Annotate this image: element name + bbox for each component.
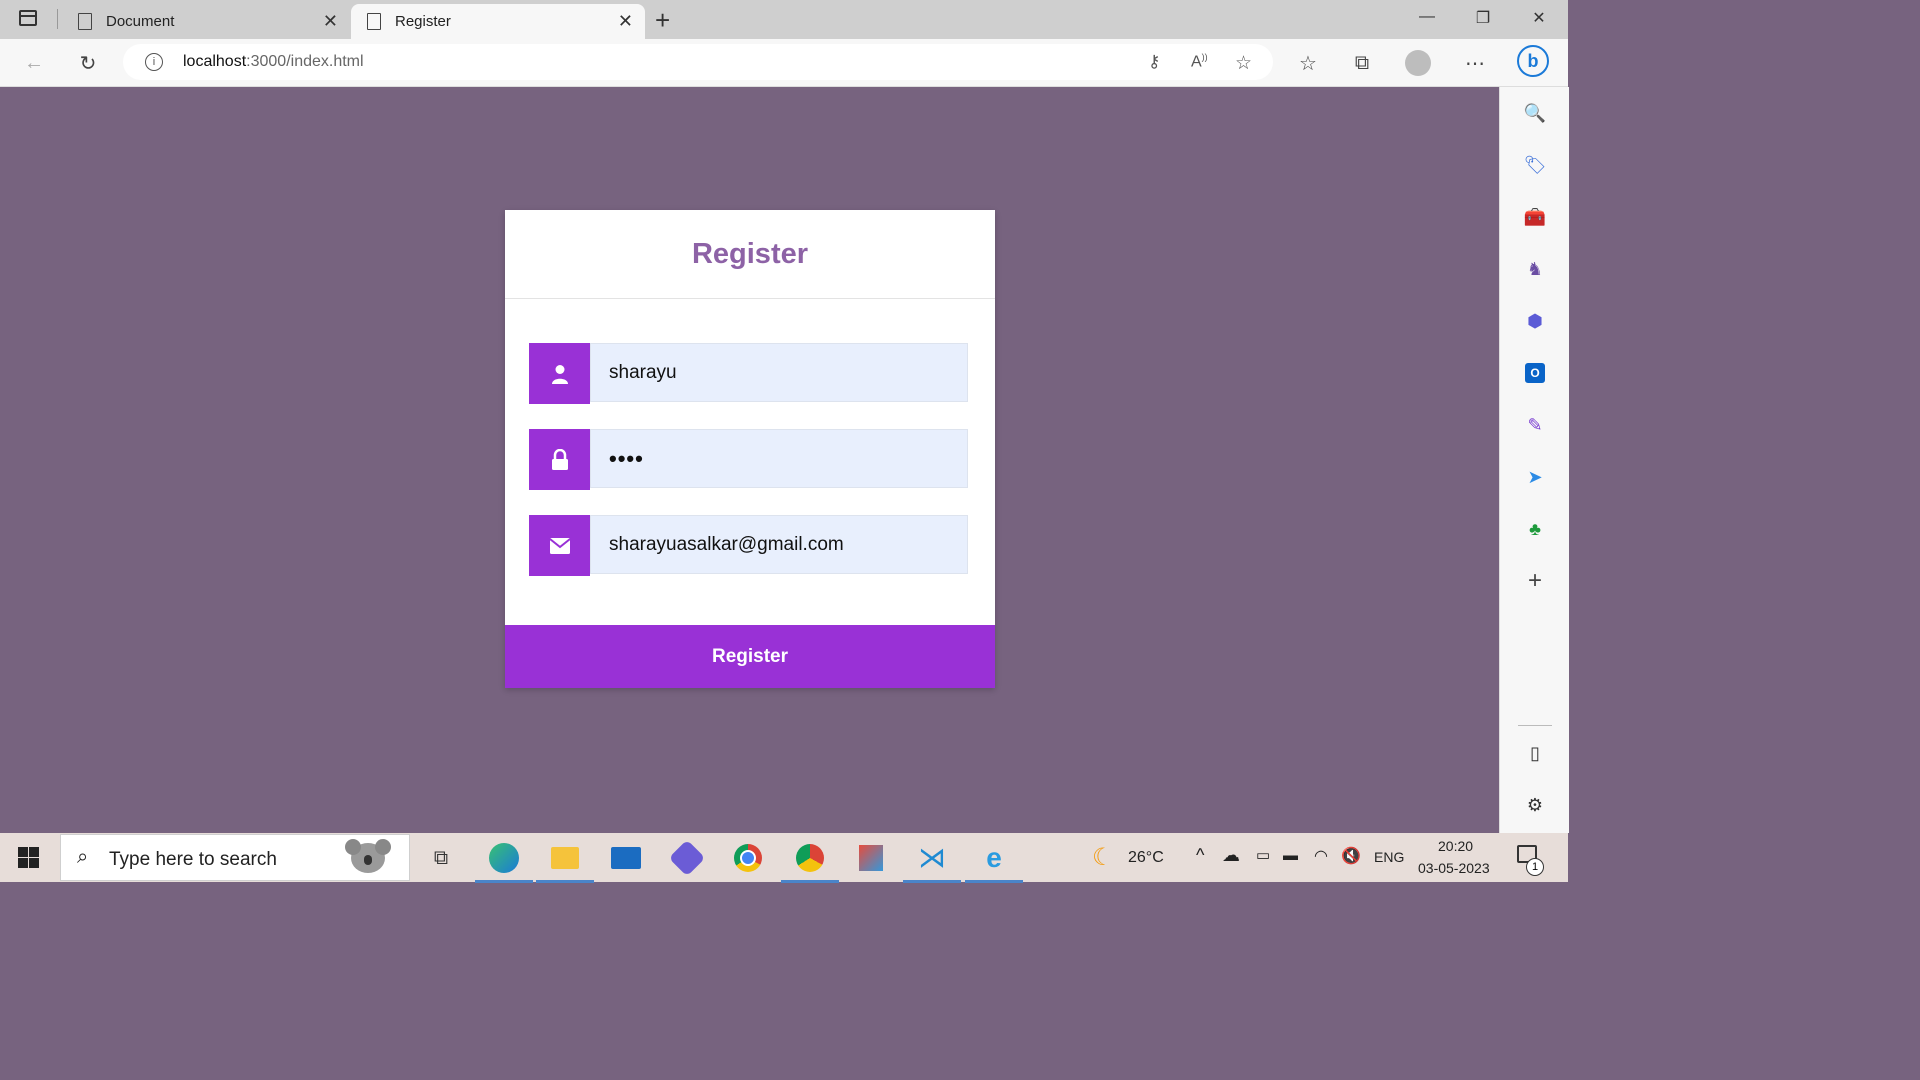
internet-explorer-icon[interactable]: e [965, 839, 1023, 883]
tab-document[interactable]: Document ✕ [62, 4, 350, 39]
shopping-tag-icon[interactable]: 🏷 [1522, 152, 1548, 178]
hide-sidebar-icon[interactable]: ▯ [1522, 740, 1548, 766]
search-placeholder: Type here to search [109, 849, 277, 870]
browser-titlebar: Document ✕ Register ✕ + — ❐ ✕ [0, 0, 1568, 39]
divider [57, 9, 58, 29]
tab-label: Document [106, 13, 175, 30]
key-icon[interactable]: ⚷ [1148, 52, 1160, 72]
username-field: sharayu [529, 343, 970, 404]
designer-icon[interactable]: ✎ [1522, 412, 1548, 438]
edge-app-icon[interactable] [475, 839, 533, 883]
page-icon [367, 13, 381, 30]
edge-sidebar: 🔍 🏷 🧰 ♞ ⬢ O ✎ ➤ ♣ + ▯ ⚙ [1499, 87, 1569, 833]
password-field: •••• [529, 429, 970, 490]
restore-icon[interactable]: ❐ [1463, 8, 1503, 28]
read-aloud-icon[interactable]: A)) [1191, 52, 1208, 71]
search-icon: ⌕ [77, 846, 89, 868]
email-field: sharayuasalkar@gmail.com [529, 515, 970, 576]
language-indicator[interactable]: ENG [1374, 849, 1404, 865]
cube-app-icon[interactable] [849, 839, 893, 877]
page-icon [78, 13, 92, 30]
add-icon[interactable]: + [1522, 567, 1548, 594]
register-button[interactable]: Register [505, 625, 995, 688]
weather-temperature[interactable]: 26°C [1128, 849, 1164, 867]
meet-now-icon[interactable]: ▭ [1256, 846, 1270, 864]
close-tab-icon[interactable]: ✕ [618, 11, 633, 32]
lock-icon [529, 429, 590, 490]
battery-icon[interactable]: ▬ [1283, 847, 1298, 864]
task-view-icon[interactable]: ⧉ [419, 839, 463, 877]
vscode-app-icon[interactable]: ⋊ [903, 839, 961, 883]
onedrive-icon[interactable]: ☁ [1222, 845, 1240, 866]
windows-start-icon[interactable] [18, 847, 39, 868]
windows-taskbar: ⌕ Type here to search ⧉ ⋊ e ☾ 26°C ^ ☁ ▭… [0, 833, 1568, 883]
clock-time[interactable]: 20:20 [1438, 838, 1473, 854]
close-window-icon[interactable]: ✕ [1519, 8, 1559, 28]
koala-illustration-icon [331, 837, 401, 881]
tab-register[interactable]: Register ✕ [351, 4, 645, 39]
wifi-icon[interactable]: ◠ [1314, 846, 1328, 866]
form-title: Register [691, 238, 809, 270]
chrome-profile-app-icon[interactable] [781, 839, 839, 883]
favorites-icon[interactable]: ☆ [1293, 49, 1323, 77]
file-explorer-icon[interactable] [536, 839, 594, 883]
profile-avatar[interactable] [1403, 49, 1433, 77]
tree-icon[interactable]: ♣ [1522, 516, 1548, 542]
divider [505, 298, 995, 299]
minimize-icon[interactable]: — [1407, 8, 1447, 26]
close-tab-icon[interactable]: ✕ [323, 11, 338, 32]
send-icon[interactable]: ➤ [1522, 464, 1548, 490]
office-icon[interactable]: ⬢ [1522, 308, 1548, 334]
clock-date[interactable]: 03-05-2023 [1418, 860, 1490, 876]
add-favorite-icon[interactable]: ☆ [1235, 52, 1252, 75]
copilot-app-icon[interactable] [665, 839, 709, 877]
notification-badge: 1 [1526, 858, 1544, 876]
address-toolbar: ← ↻ i localhost:3000/index.html ⚷ A)) ☆ … [0, 39, 1568, 87]
taskbar-search[interactable]: ⌕ Type here to search [60, 834, 410, 881]
divider [1518, 725, 1552, 726]
tab-label: Register [395, 13, 451, 30]
url-host: localhost [183, 53, 247, 70]
outlook-icon[interactable]: O [1522, 360, 1548, 386]
user-icon [529, 343, 590, 404]
username-input[interactable]: sharayu [590, 343, 968, 402]
envelope-icon [529, 515, 590, 576]
tab-actions-icon[interactable] [19, 10, 37, 26]
url-path: :3000/index.html [246, 53, 364, 70]
chrome-app-icon[interactable] [726, 839, 770, 877]
tools-icon[interactable]: 🧰 [1522, 204, 1548, 230]
show-hidden-icons-icon[interactable]: ^ [1196, 845, 1204, 866]
settings-icon[interactable]: ⚙ [1522, 792, 1548, 818]
volume-muted-icon[interactable]: 🔇 [1341, 846, 1361, 866]
register-card: Register sharayu •••• sharayuasalkar@gma… [505, 210, 995, 688]
site-info-icon[interactable]: i [145, 53, 163, 71]
weather-moon-icon[interactable]: ☾ [1092, 843, 1114, 872]
url-text: localhost:3000/index.html [183, 53, 364, 71]
address-bar[interactable]: i localhost:3000/index.html ⚷ A)) ☆ [123, 44, 1273, 80]
refresh-icon[interactable]: ↻ [73, 49, 103, 77]
password-input[interactable]: •••• [590, 429, 968, 488]
search-icon[interactable]: 🔍 [1522, 100, 1548, 126]
page-content: Register sharayu •••• sharayuasalkar@gma… [0, 87, 1499, 833]
new-tab-icon[interactable]: + [655, 5, 670, 36]
collections-icon[interactable]: ⧉ [1347, 49, 1377, 77]
email-input[interactable]: sharayuasalkar@gmail.com [590, 515, 968, 574]
bing-icon[interactable]: b [1515, 43, 1551, 79]
back-icon[interactable]: ← [19, 49, 49, 77]
mail-app-icon[interactable] [604, 839, 648, 877]
more-options-icon[interactable]: ⋯ [1460, 49, 1490, 77]
games-icon[interactable]: ♞ [1522, 256, 1548, 282]
